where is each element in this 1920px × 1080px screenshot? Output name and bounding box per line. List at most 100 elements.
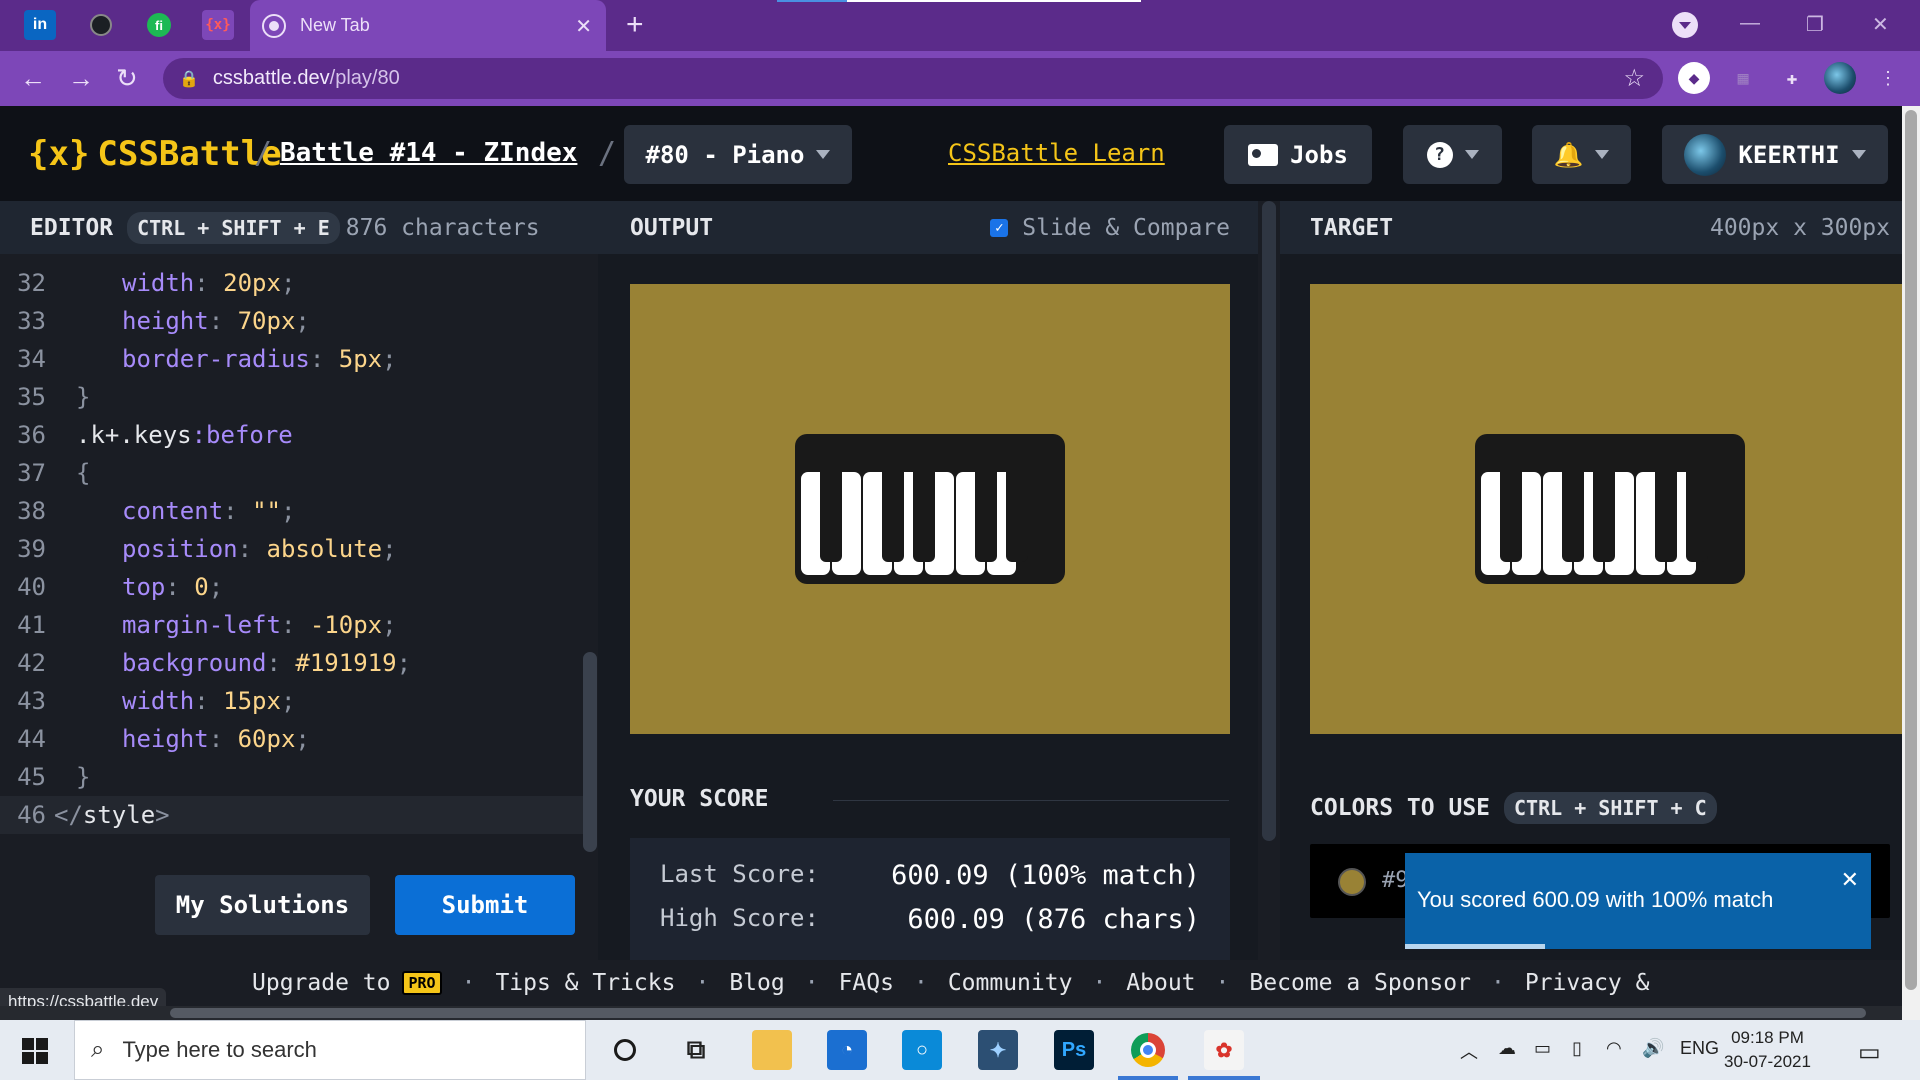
breadcrumb-battle-link[interactable]: Battle #14 - ZIndex xyxy=(280,138,577,168)
code-line[interactable]: 45} xyxy=(0,758,585,796)
editor-scrollbar[interactable] xyxy=(583,652,597,852)
mysql-icon[interactable]: ✦ xyxy=(978,1030,1018,1070)
footer-link[interactable]: Upgrade to xyxy=(252,970,390,996)
windows-start-icon[interactable] xyxy=(22,1038,48,1064)
footer-link[interactable]: About xyxy=(1126,970,1195,996)
panel-divider[interactable] xyxy=(1258,201,1280,960)
code-line[interactable]: 33 height: 70px; xyxy=(0,302,585,340)
output-black-key xyxy=(882,472,904,562)
linkedin-icon[interactable]: in xyxy=(24,10,56,40)
profile-avatar[interactable] xyxy=(1824,62,1856,94)
code-line[interactable]: 41 margin-left: -10px; xyxy=(0,606,585,644)
code-line[interactable]: 37 { xyxy=(0,454,585,492)
clock[interactable]: 09:18 PM 30-07-2021 xyxy=(1724,1026,1811,1074)
back-arrow-icon[interactable]: ← xyxy=(20,63,46,93)
device-icon[interactable]: ▯ xyxy=(1572,1038,1582,1059)
code-line[interactable]: 32 width: 20px; xyxy=(0,264,585,302)
divider-handle[interactable] xyxy=(1262,201,1276,841)
user-menu-button[interactable]: KEERTHI xyxy=(1662,125,1888,184)
chevron-up-icon[interactable]: ︿ xyxy=(1460,1038,1478,1064)
cssbattle-logo[interactable]: {x} CSSBattle xyxy=(28,134,282,174)
footer-link[interactable]: Become a Sponsor xyxy=(1249,970,1471,996)
color-swatch[interactable] xyxy=(1338,868,1366,896)
target-title: TARGET xyxy=(1310,214,1394,241)
close-icon[interactable]: ✕ xyxy=(1841,867,1859,893)
taskbar-search[interactable]: ⌕ Type here to search xyxy=(74,1020,586,1080)
footer-link[interactable]: Tips & Tricks xyxy=(495,970,675,996)
slide-compare-toggle[interactable]: ✓ Slide & Compare xyxy=(990,215,1230,241)
new-tab-button[interactable]: + xyxy=(626,10,644,40)
code-line[interactable]: 34 border-radius: 5px; xyxy=(0,340,585,378)
cortana-icon[interactable] xyxy=(605,1030,645,1070)
horizontal-scrollbar[interactable] xyxy=(0,1006,1902,1020)
extensions-puzzle-icon[interactable]: ✚ xyxy=(1776,62,1808,94)
code-line[interactable]: 42 background: #191919; xyxy=(0,644,585,682)
cssbattle-tab-icon[interactable]: {x} xyxy=(202,10,234,40)
css-value: 70px xyxy=(237,307,296,335)
jobs-button[interactable]: Jobs xyxy=(1224,125,1372,184)
forward-arrow-icon[interactable]: → xyxy=(68,63,94,93)
onedrive-icon[interactable]: ☁ xyxy=(1498,1038,1516,1059)
checkbox-icon[interactable]: ✓ xyxy=(990,218,1009,237)
code-line[interactable]: 39 position: absolute; xyxy=(0,530,585,568)
app-icon[interactable]: ○ xyxy=(902,1030,942,1070)
footer-link[interactable]: Community xyxy=(948,970,1073,996)
output-black-key xyxy=(1006,472,1028,562)
code-line[interactable]: 44 height: 60px; xyxy=(0,720,585,758)
minimize-window-icon[interactable]: — xyxy=(1740,12,1760,35)
code-editor[interactable]: 32 width: 20px; 33 height: 70px; 34 border-ra… xyxy=(0,254,598,960)
page-scrollbar[interactable] xyxy=(1902,106,1920,1020)
submit-button[interactable]: Submit xyxy=(395,875,575,935)
code-line[interactable]: 38 content: ""; xyxy=(0,492,585,530)
scroll-thumb[interactable] xyxy=(170,1008,1866,1018)
fi-icon[interactable]: fi xyxy=(143,10,175,40)
volume-icon[interactable]: 🔊 xyxy=(1642,1038,1664,1059)
notifications-button[interactable]: 🔔 xyxy=(1532,125,1631,184)
help-icon: ? xyxy=(1426,141,1453,168)
help-menu-button[interactable]: ? xyxy=(1403,125,1502,184)
task-view-icon[interactable]: ⧉ xyxy=(676,1030,716,1070)
my-solutions-button[interactable]: My Solutions xyxy=(155,875,370,935)
restore-window-icon[interactable]: ❐ xyxy=(1806,12,1824,37)
code-line[interactable]: 36 .k+.keys:before xyxy=(0,416,585,454)
tab-title: New Tab xyxy=(300,15,370,35)
file-explorer-icon[interactable] xyxy=(752,1030,792,1070)
footer-link[interactable]: FAQs xyxy=(839,970,894,996)
level-select[interactable]: #80 - Piano xyxy=(624,125,852,184)
output-canvas[interactable] xyxy=(630,284,1230,734)
close-window-icon[interactable]: ✕ xyxy=(1872,12,1889,37)
reload-icon[interactable]: ↻ xyxy=(116,63,138,93)
close-tab-icon[interactable]: ✕ xyxy=(575,14,592,39)
browser-menu-icon[interactable]: ⋮ xyxy=(1872,62,1904,94)
extension-grid-icon[interactable]: ▦ xyxy=(1727,62,1759,94)
code-line[interactable]: 43 width: 15px; xyxy=(0,682,585,720)
code-line[interactable]: 35} xyxy=(0,378,585,416)
tab-new-tab[interactable]: New Tab ✕ xyxy=(250,0,606,51)
app-icon[interactable]: ✿ xyxy=(1204,1030,1244,1070)
tab-search-icon[interactable] xyxy=(1672,12,1698,38)
bookmark-star-icon[interactable]: ☆ xyxy=(1623,64,1645,93)
learn-link[interactable]: CSSBattle Learn xyxy=(948,139,1165,167)
score-toast: You scored 600.09 with 100% match ✕ xyxy=(1405,853,1871,949)
address-bar[interactable]: 🔒 cssbattle.dev/play/80 ☆ xyxy=(163,58,1663,99)
footer-link[interactable]: Privacy & xyxy=(1525,970,1650,996)
extension-shield-icon[interactable]: ◆ xyxy=(1678,62,1710,94)
scroll-thumb[interactable] xyxy=(1905,110,1917,990)
line-number: 40 xyxy=(17,573,46,601)
app-icon[interactable]: ◔ xyxy=(827,1030,867,1070)
battery-icon[interactable]: ▭ xyxy=(1534,1038,1551,1059)
editor-shortcut: CTRL + SHIFT + E xyxy=(127,211,340,244)
notification-center-icon[interactable]: ▭ xyxy=(1858,1038,1881,1067)
linkedin-tab-glyph: in xyxy=(32,16,48,33)
code-line[interactable]: 40 top: 0; xyxy=(0,568,585,606)
code-line[interactable]: 46 </style > xyxy=(0,796,585,834)
github-icon[interactable] xyxy=(85,10,117,40)
footer-link[interactable]: Blog xyxy=(729,970,784,996)
target-black-key xyxy=(1655,472,1677,562)
colors-to-use-title: COLORS TO USE CTRL + SHIFT + C xyxy=(1310,792,1717,824)
css-property: background xyxy=(122,649,267,677)
photoshop-icon[interactable]: Ps xyxy=(1054,1030,1094,1070)
wifi-icon[interactable]: ◠ xyxy=(1606,1038,1622,1059)
language-indicator[interactable]: ENG xyxy=(1680,1038,1719,1059)
chrome-icon[interactable] xyxy=(1128,1030,1168,1070)
